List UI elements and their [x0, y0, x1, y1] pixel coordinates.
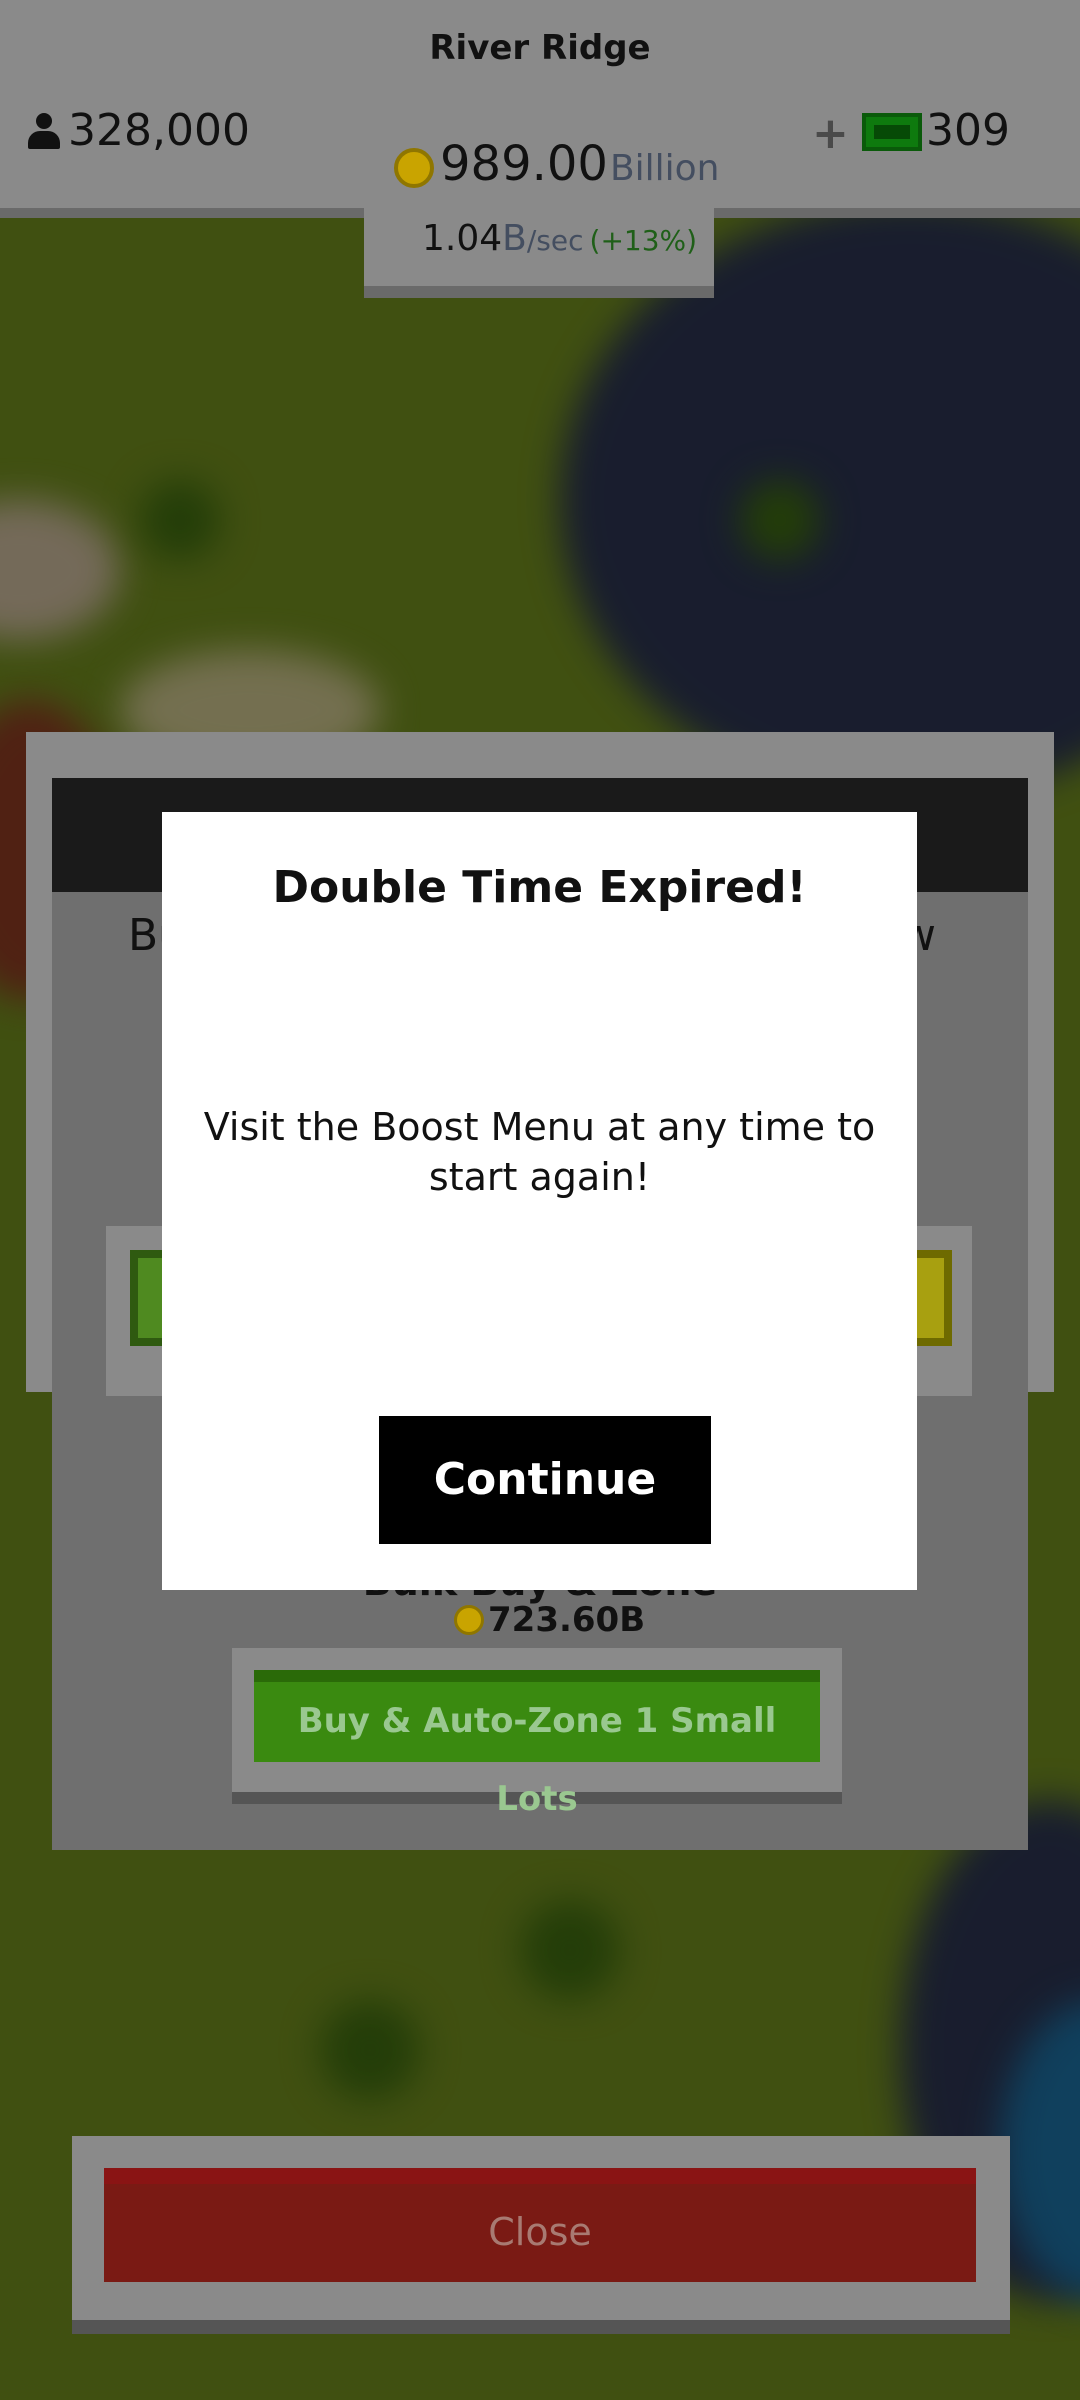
- dialog-message: Visit the Boost Menu at any time to star…: [203, 1105, 876, 1199]
- income-rate: 1.04B/sec (+13%): [422, 218, 697, 259]
- population-value: 328,000: [68, 105, 250, 156]
- coin-unit: Billion: [609, 148, 720, 189]
- add-cash-button[interactable]: +: [812, 108, 849, 159]
- city-name: River Ridge: [429, 28, 651, 68]
- coin-icon: [394, 148, 434, 188]
- close-button[interactable]: Close: [104, 2168, 976, 2282]
- rate-unit: B: [502, 218, 527, 259]
- buy-auto-zone-button[interactable]: Buy & Auto-Zone 1 Small Lots: [254, 1670, 820, 1819]
- population-display: 328,000: [26, 105, 250, 156]
- rate-per: /sec: [526, 224, 584, 257]
- rate-value: 1.04: [422, 218, 503, 259]
- bulk-price-value: 723.60B: [488, 1600, 646, 1640]
- rate-bonus: (+13%): [589, 224, 698, 257]
- bulk-price: 723.60B: [454, 1600, 645, 1640]
- continue-button[interactable]: Continue: [379, 1416, 711, 1544]
- cash-count: 309: [926, 105, 1010, 156]
- double-time-expired-dialog: Double Time Expired! Visit the Boost Men…: [162, 812, 917, 1590]
- cash-icon: [862, 113, 922, 151]
- dialog-title: Double Time Expired!: [272, 862, 807, 913]
- coin-balance-panel: 989.00 Billion 1.04B/sec (+13%): [364, 120, 720, 298]
- person-icon: [26, 112, 62, 149]
- coin-icon: [454, 1605, 484, 1635]
- coin-amount: 989.00: [440, 136, 608, 192]
